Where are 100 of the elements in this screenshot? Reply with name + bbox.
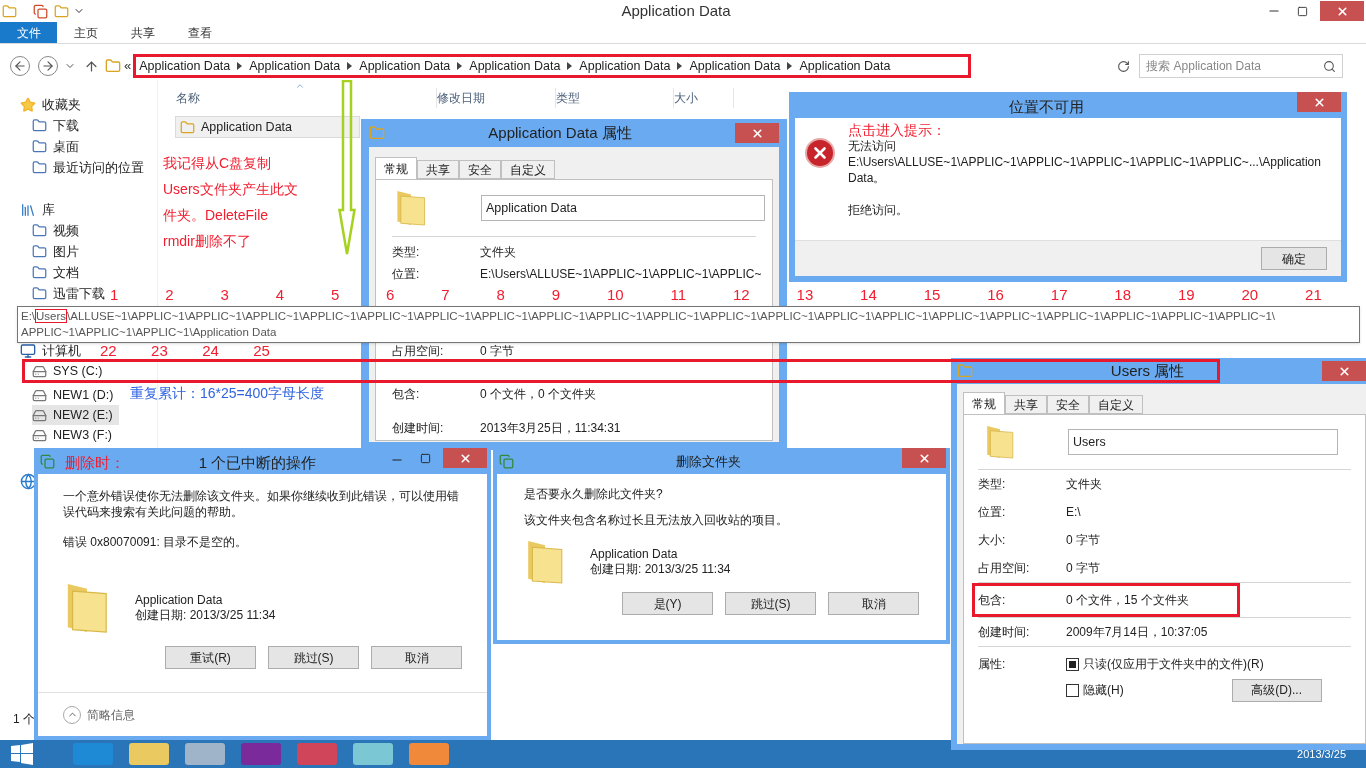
refresh-icon[interactable] [1116, 59, 1130, 73]
close-button[interactable] [1322, 361, 1366, 381]
tab[interactable]: 自定义 [501, 160, 555, 179]
folder-icon [32, 139, 47, 154]
checkbox-label[interactable]: 只读(仅应用于文件夹中的文件)(R) [1083, 655, 1264, 673]
separator-icon[interactable] [677, 62, 683, 70]
tab[interactable]: 常规 [375, 157, 417, 179]
nav-item[interactable]: 图片 [32, 241, 85, 262]
tab[interactable]: 常规 [963, 392, 1005, 414]
windows-logo-icon[interactable] [11, 743, 33, 765]
breadcrumb-item[interactable]: Application Data [249, 56, 341, 76]
breadcrumb-item[interactable]: Application Data [799, 56, 891, 76]
field-label: 类型: [978, 476, 1007, 493]
separator-icon[interactable] [567, 62, 573, 70]
checkbox[interactable] [1066, 683, 1079, 697]
close-button[interactable] [735, 123, 779, 143]
breadcrumb-item[interactable]: Application Data [689, 56, 781, 76]
annotation-text: 删除时： [65, 453, 125, 473]
maximize-icon[interactable] [1297, 5, 1308, 17]
dialog-button[interactable]: 跳过(S) [268, 646, 359, 669]
folder-icon [369, 125, 385, 141]
annotation-number: 23 [151, 343, 168, 359]
nav-item[interactable]: 迅雷下载 [32, 283, 111, 304]
nav-group[interactable]: 收藏夹 [42, 96, 81, 113]
tab[interactable]: 安全 [459, 160, 501, 179]
separator-icon[interactable] [787, 62, 793, 70]
search-field[interactable]: 搜索 Application Data [1139, 54, 1344, 78]
breadcrumb-item[interactable]: Application Data [359, 56, 451, 76]
tooltip-text: E:\Users\ALLUSE~1\APPLIC~1\APPLIC~1\APPLIC~1\APPLIC~1\APPLIC~1\APPLIC~1\APPLIC~1\APPLIC~1\APPLIC~1\APPLIC~1\APPLIC~1\APPLIC~1\APPLIC~1\APPLIC~1\APPLIC~1\APPLIC~1\APPLIC~1\APPLIC~1\APPLIC~1\APPLIC~1\ [21, 308, 1276, 324]
dialog-button[interactable]: 是(Y) [622, 592, 713, 615]
folder-icon[interactable] [2, 3, 17, 19]
nav-item[interactable]: 文档 [32, 262, 85, 283]
breadcrumb-item[interactable]: Application Data [469, 56, 561, 76]
annotation-number: 12 [733, 286, 750, 304]
tab[interactable]: 共享 [1005, 395, 1047, 414]
field-value: 2009年7月14日，10:37:05 [1066, 624, 1208, 641]
nav-item[interactable]: 最近访问的位置 [32, 157, 150, 178]
field-label: 位置: [392, 266, 421, 283]
ribbon-tab[interactable]: 共享 [114, 22, 171, 43]
annotation-number: 11 [670, 286, 687, 304]
address-bar[interactable]: Application Data Application Data Application Data Application Data Application Data Application Data Application Data [133, 54, 972, 78]
details-label[interactable]: 简略信息 [87, 705, 135, 724]
nav-item[interactable]: 下载 [32, 115, 85, 136]
field-value: 0 个文件，0 个文件夹 [480, 386, 596, 403]
close-icon [1337, 364, 1351, 378]
drive-icon [32, 407, 47, 423]
tooltip-text: APPLIC~1\APPLIC~1\APPLIC~1\Application Data [21, 325, 278, 340]
overflow-chevrons[interactable]: « [124, 56, 132, 76]
nav-item[interactable]: NEW1 (D:) [32, 385, 120, 405]
tab[interactable]: 共享 [417, 160, 459, 179]
network-icon[interactable] [20, 473, 37, 490]
separator-icon[interactable] [347, 62, 353, 70]
close-icon [750, 126, 764, 140]
nav-group[interactable]: 库 [42, 201, 55, 218]
nav-item[interactable]: NEW2 (E:) [32, 405, 119, 425]
checkbox[interactable] [1066, 657, 1079, 671]
tab[interactable]: 安全 [1047, 395, 1089, 414]
item-date: 创建日期: 2013/3/25 11:34 [590, 562, 731, 577]
name-field[interactable]: Application Data [481, 195, 765, 221]
annotation-number: 10 [606, 286, 624, 304]
nav-item[interactable]: SYS (C:) [32, 362, 109, 380]
drive-icon [32, 427, 47, 443]
column-header[interactable]: 大小 [674, 89, 698, 107]
annotation-number: 6 [386, 286, 395, 304]
separator-icon[interactable] [237, 62, 243, 70]
ribbon-tab[interactable]: 文件 [0, 22, 57, 43]
column-header[interactable]: 类型 [556, 89, 580, 107]
nav-item[interactable]: 桌面 [32, 136, 85, 157]
close-button[interactable] [902, 448, 946, 468]
annotation-number: 9 [551, 286, 561, 304]
window-title: 位置不可用 [1008, 97, 1084, 117]
separator-icon[interactable] [457, 62, 463, 70]
computer-icon [20, 343, 36, 359]
ribbon-tab[interactable]: 主页 [57, 22, 114, 43]
nav-item[interactable]: 视频 [32, 220, 85, 241]
nav-group[interactable]: 计算机 [42, 343, 81, 359]
dialog-button[interactable]: 重试(R) [165, 646, 256, 669]
close-button[interactable] [1297, 92, 1341, 112]
breadcrumb-item[interactable]: Application Data [579, 56, 671, 76]
dialog-button[interactable]: 取消 [828, 592, 919, 615]
checkbox-label[interactable]: 隐藏(H) [1083, 681, 1124, 699]
nav-item[interactable]: NEW3 (F:) [32, 425, 119, 445]
up-icon[interactable] [84, 58, 99, 74]
name-field[interactable]: Users [1068, 429, 1338, 455]
dialog-button[interactable]: 确定 [1261, 247, 1327, 270]
message-text: 该文件夹包含名称过长且无法放入回收站的项目。 [524, 512, 789, 528]
breadcrumb-item[interactable]: Application Data [139, 56, 231, 76]
dialog-button[interactable]: 取消 [371, 646, 462, 669]
annotation-number: 8 [496, 286, 505, 304]
maximize-icon[interactable] [420, 453, 431, 464]
dialog-button[interactable]: 跳过(S) [725, 592, 816, 615]
column-header[interactable]: 修改日期 [437, 89, 485, 107]
dialog-button[interactable]: 高级(D)... [1231, 678, 1322, 702]
file-row[interactable]: Application Data [175, 116, 360, 138]
annotation-number: 17 [1050, 286, 1068, 304]
column-header[interactable]: 名称 [176, 89, 200, 107]
close-button[interactable] [1320, 1, 1364, 21]
ribbon-tab[interactable]: 查看 [171, 22, 228, 43]
tab[interactable]: 自定义 [1089, 395, 1143, 414]
close-button[interactable] [443, 448, 487, 468]
